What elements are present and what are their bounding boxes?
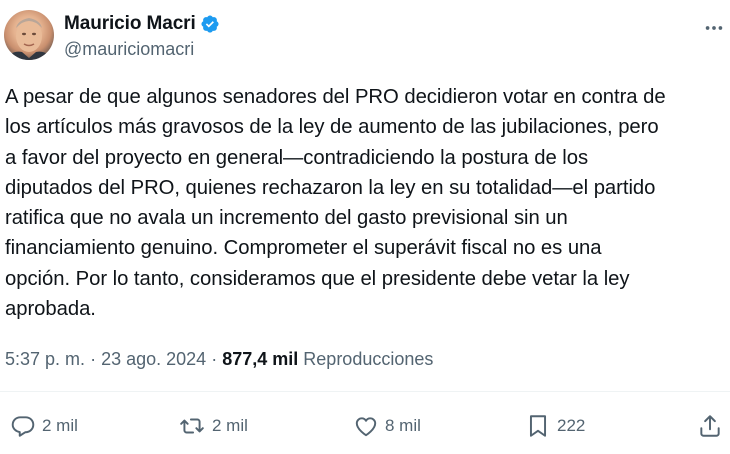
views-count[interactable]: 877,4 mil	[222, 349, 298, 369]
tweet-text: A pesar de que algunos senadores del PRO…	[5, 86, 666, 321]
more-icon	[705, 26, 723, 30]
tweet-time[interactable]: 5:37 p. m.	[5, 349, 85, 369]
divider	[0, 391, 730, 392]
author-display-name[interactable]: Mauricio Macri	[64, 13, 196, 35]
author-name-row: Mauricio Macri	[64, 12, 220, 36]
bookmark-icon	[529, 415, 547, 437]
share-button[interactable]	[697, 406, 723, 446]
like-count: 8 mil	[385, 416, 421, 435]
tweet-card: Mauricio Macri @mauriciomacri A pesar de…	[0, 0, 730, 454]
verified-badge-icon[interactable]	[200, 14, 220, 34]
author-handle[interactable]: @mauriciomacri	[64, 39, 220, 60]
repost-button[interactable]: 2 mil	[178, 406, 248, 446]
avatar[interactable]	[4, 10, 54, 60]
reply-icon	[11, 416, 35, 437]
author-names: Mauricio Macri @mauriciomacri	[64, 12, 220, 60]
reply-button[interactable]: 2 mil	[10, 406, 78, 446]
tweet-meta: 5:37 p. m. · 23 ago. 2024 · 877,4 mil Re…	[5, 349, 433, 370]
tweet-date[interactable]: 23 ago. 2024	[101, 349, 206, 369]
tweet-header: Mauricio Macri @mauriciomacri	[4, 10, 730, 66]
meta-separator: ·	[90, 349, 97, 369]
share-icon	[700, 415, 720, 437]
like-icon	[355, 417, 377, 437]
meta-separator: ·	[211, 349, 218, 369]
action-bar: 2 mil 2 mil 8 mil 222	[0, 406, 730, 446]
reply-count: 2 mil	[42, 416, 78, 435]
like-button[interactable]: 8 mil	[353, 406, 421, 446]
views-label: Reproducciones	[303, 349, 434, 369]
more-options-button[interactable]	[702, 16, 726, 40]
repost-icon	[180, 418, 204, 434]
avatar-portrait-icon	[4, 18, 54, 60]
bookmark-button[interactable]: 222	[525, 406, 585, 446]
repost-count: 2 mil	[212, 416, 248, 435]
bookmark-count: 222	[557, 416, 586, 435]
